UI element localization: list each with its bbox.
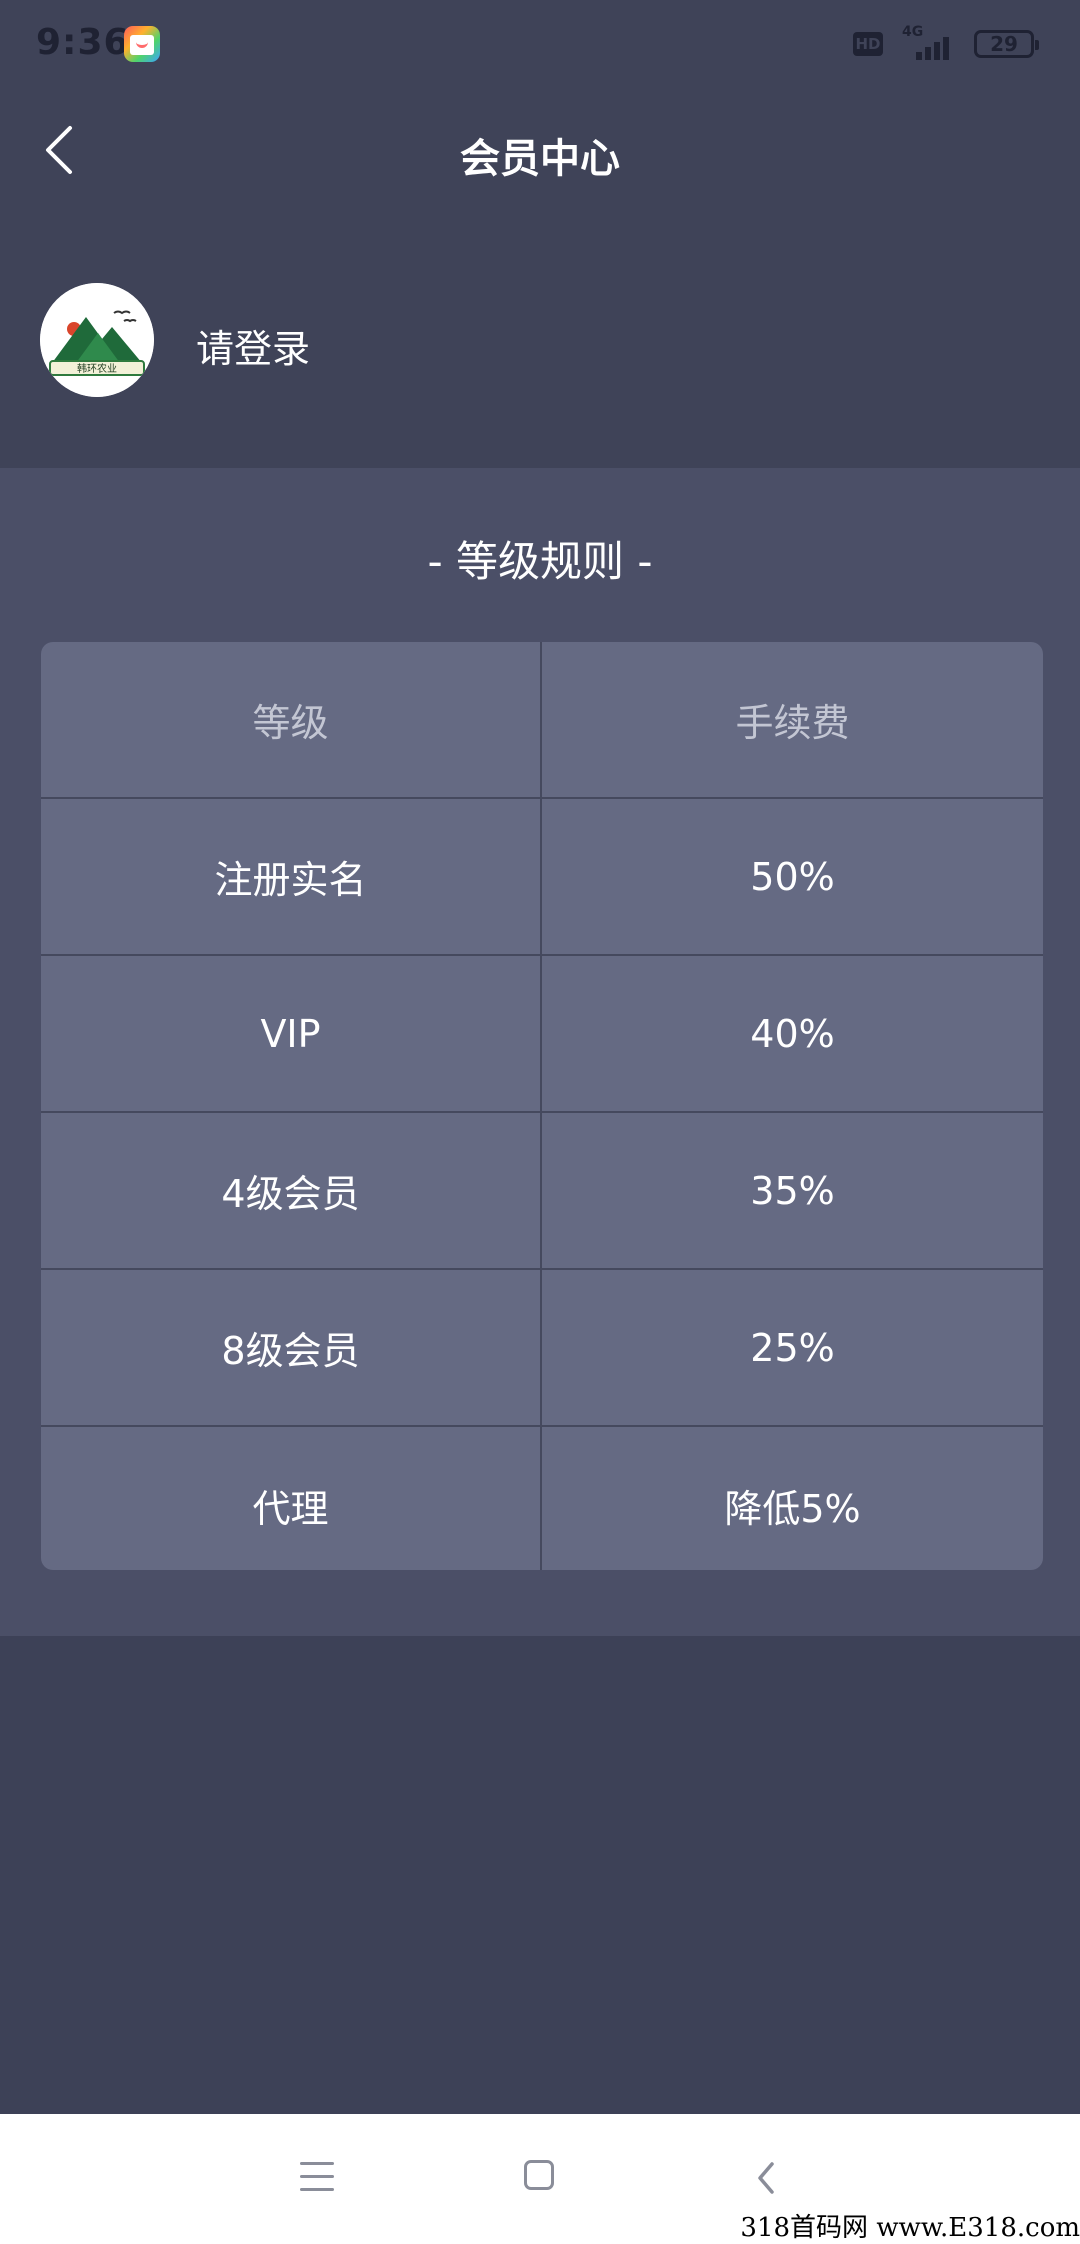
status-time: 9:36: [36, 22, 130, 63]
header: 会员中心 韩环农业 请登录: [0, 90, 1080, 468]
chevron-left-icon: [758, 2162, 774, 2194]
table-row: 4级会员 35%: [41, 1113, 1043, 1270]
table-row: VIP 40%: [41, 956, 1043, 1113]
fee-cell: 50%: [750, 854, 835, 899]
fee-cell: 25%: [750, 1325, 835, 1370]
signal-icon: 4G: [898, 24, 958, 64]
system-navigation-bar: 318首码网 www.E318.com: [0, 2114, 1080, 2244]
page-title: 会员中心: [460, 136, 620, 182]
table-header-row: 等级 手续费: [41, 642, 1043, 799]
table-row: 8级会员 25%: [41, 1270, 1043, 1427]
fee-cell: 40%: [750, 1011, 835, 1056]
hd-icon: HD: [853, 32, 883, 56]
network-type: 4G: [902, 24, 924, 40]
app-notification-icon: [124, 26, 160, 62]
nav-back-icon[interactable]: [752, 2158, 782, 2198]
home-icon[interactable]: [524, 2160, 554, 2190]
level-cell: 8级会员: [41, 1270, 542, 1425]
avatar-caption: 韩环农业: [77, 362, 117, 375]
battery-icon: 29: [974, 30, 1039, 58]
fee-cell: 降低5%: [724, 1487, 861, 1531]
table-row: 注册实名 50%: [41, 799, 1043, 956]
fee-cell: 35%: [750, 1168, 835, 1213]
mountain-logo-icon: 韩环农业: [40, 283, 154, 397]
login-link[interactable]: 请登录: [196, 318, 310, 373]
rules-title: - 等级规则 -: [427, 537, 653, 586]
level-cell: 注册实名: [41, 799, 542, 954]
level-cell: VIP: [41, 956, 542, 1111]
status-bar: 9:36 HD 4G 29: [0, 0, 1080, 90]
level-cell: 4级会员: [41, 1113, 542, 1268]
table-row: 代理 降低5%: [41, 1427, 1043, 1570]
watermark-text: 318首码网 www.E318.com: [740, 2213, 1080, 2243]
column-header-level: 等级: [41, 642, 542, 797]
menu-icon[interactable]: [300, 2162, 334, 2192]
level-cell: 代理: [41, 1427, 542, 1570]
rules-panel: - 等级规则 - 等级 手续费 注册实名 50% VIP 40% 4级会员 35…: [0, 468, 1080, 1636]
column-header-fee: 手续费: [735, 701, 850, 745]
rules-table: 等级 手续费 注册实名 50% VIP 40% 4级会员 35% 8级会员 25…: [41, 642, 1043, 1570]
avatar[interactable]: 韩环农业: [40, 283, 154, 397]
